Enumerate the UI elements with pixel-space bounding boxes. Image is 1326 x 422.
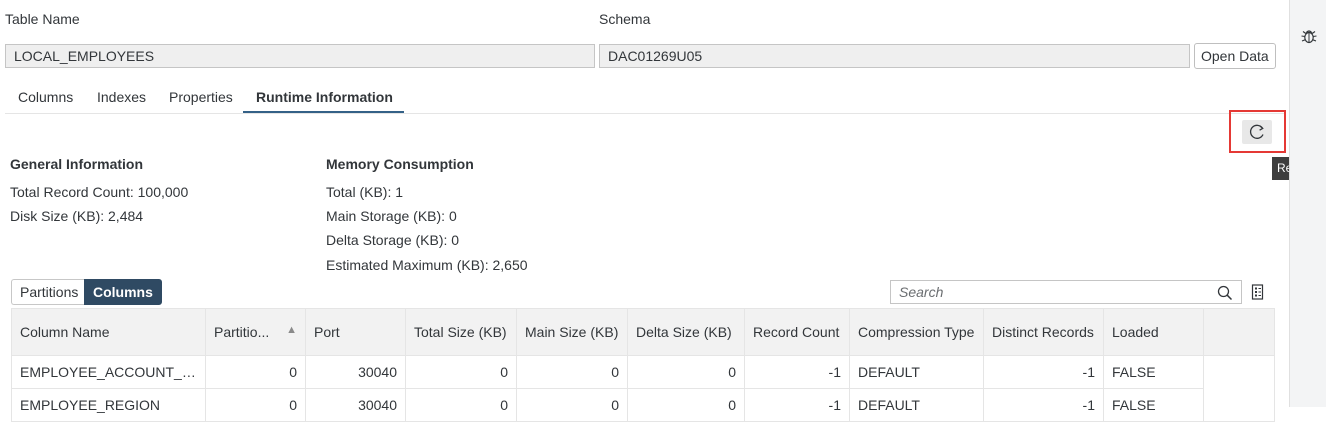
open-data-button[interactable]: Open Data [1194, 43, 1276, 69]
runtime-columns-table: Column Name ▲ Partitio... Port Total Size… [11, 308, 1275, 422]
column-header-port[interactable]: Port [305, 308, 406, 356]
cell-main-size: 0 [516, 355, 628, 389]
cell-loaded: FALSE [1103, 388, 1204, 422]
column-header-distinct-records[interactable]: Distinct Records [983, 308, 1104, 356]
segment-columns[interactable]: Columns [84, 279, 162, 305]
cell-main-size: 0 [516, 388, 628, 422]
memory-total: Total (KB): 1 [326, 184, 404, 200]
cell-compression-type: DEFAULT [849, 388, 984, 422]
refresh-highlight-box [1229, 110, 1286, 153]
cell-total-size: 0 [405, 355, 517, 389]
tab-properties[interactable]: Properties [169, 89, 233, 114]
memory-consumption-title: Memory Consumption [326, 156, 474, 172]
search-field[interactable] [890, 280, 1242, 304]
column-header-column-name[interactable]: Column Name [11, 308, 206, 356]
cell-partition: 0 [205, 388, 306, 422]
column-header-delta-size[interactable]: Delta Size (KB) [627, 308, 745, 356]
table-row[interactable]: EMPLOYEE_ACCOUNT_NO 0 30040 0 0 0 -1 DEF… [11, 355, 1275, 422]
column-header-compression-type[interactable]: Compression Type [849, 308, 984, 356]
cell-port: 30040 [305, 388, 406, 422]
column-header-total-size[interactable]: Total Size (KB) [405, 308, 517, 356]
bug-icon[interactable] [1299, 26, 1319, 46]
cell-filler [1203, 355, 1275, 422]
sort-indicator-icon: ▲ [286, 324, 297, 336]
search-input[interactable] [891, 281, 1217, 303]
total-record-count: Total Record Count: 100,000 [10, 184, 189, 200]
segment-partitions[interactable]: Partitions [11, 279, 87, 305]
cell-column-name: EMPLOYEE_REGION [11, 388, 206, 422]
cell-total-size: 0 [405, 388, 517, 422]
tab-columns[interactable]: Columns [18, 89, 73, 114]
tab-indexes[interactable]: Indexes [97, 89, 146, 114]
column-header-partition[interactable]: ▲ Partitio... [205, 308, 306, 356]
column-header-main-size[interactable]: Main Size (KB) [516, 308, 628, 356]
memory-delta-storage: Delta Storage (KB): 0 [326, 232, 460, 248]
cell-distinct-records: -1 [983, 388, 1104, 422]
schema-field[interactable]: DAC01269U05 [599, 44, 1190, 68]
cell-port: 30040 [305, 355, 406, 389]
table-name-field[interactable]: LOCAL_EMPLOYEES [5, 44, 595, 68]
disk-size: Disk Size (KB): 2,484 [10, 208, 144, 224]
cell-record-count: -1 [744, 355, 850, 389]
general-information-title: General Information [10, 156, 144, 172]
cell-distinct-records: -1 [983, 355, 1104, 389]
cell-partition: 0 [205, 355, 306, 389]
table-row[interactable]: EMPLOYEE_REGION 0 30040 0 0 0 -1 DEFAULT… [11, 388, 1275, 422]
cell-delta-size: 0 [627, 355, 745, 389]
cell-record-count: -1 [744, 388, 850, 422]
cell-compression-type: DEFAULT [849, 355, 984, 389]
cell-loaded: FALSE [1103, 355, 1204, 389]
tab-bar-divider [5, 113, 1285, 114]
column-header-partition-label: Partitio... [214, 324, 270, 340]
search-icon[interactable] [1217, 285, 1233, 301]
column-header-record-count[interactable]: Record Count [744, 308, 850, 356]
schema-label: Schema [599, 11, 651, 27]
cell-delta-size: 0 [627, 388, 745, 422]
memory-main-storage: Main Storage (KB): 0 [326, 208, 457, 224]
column-settings-icon[interactable] [1251, 284, 1265, 300]
table-header-row: Column Name ▲ Partitio... Port Total Size… [11, 308, 1275, 356]
column-header-loaded[interactable]: Loaded [1103, 308, 1204, 356]
table-name-label: Table Name [5, 11, 80, 27]
column-header-filler [1203, 308, 1275, 356]
right-side-panel [1289, 0, 1326, 407]
cell-column-name: EMPLOYEE_ACCOUNT_NO [11, 355, 206, 389]
memory-estimated-maximum: Estimated Maximum (KB): 2,650 [326, 257, 528, 273]
